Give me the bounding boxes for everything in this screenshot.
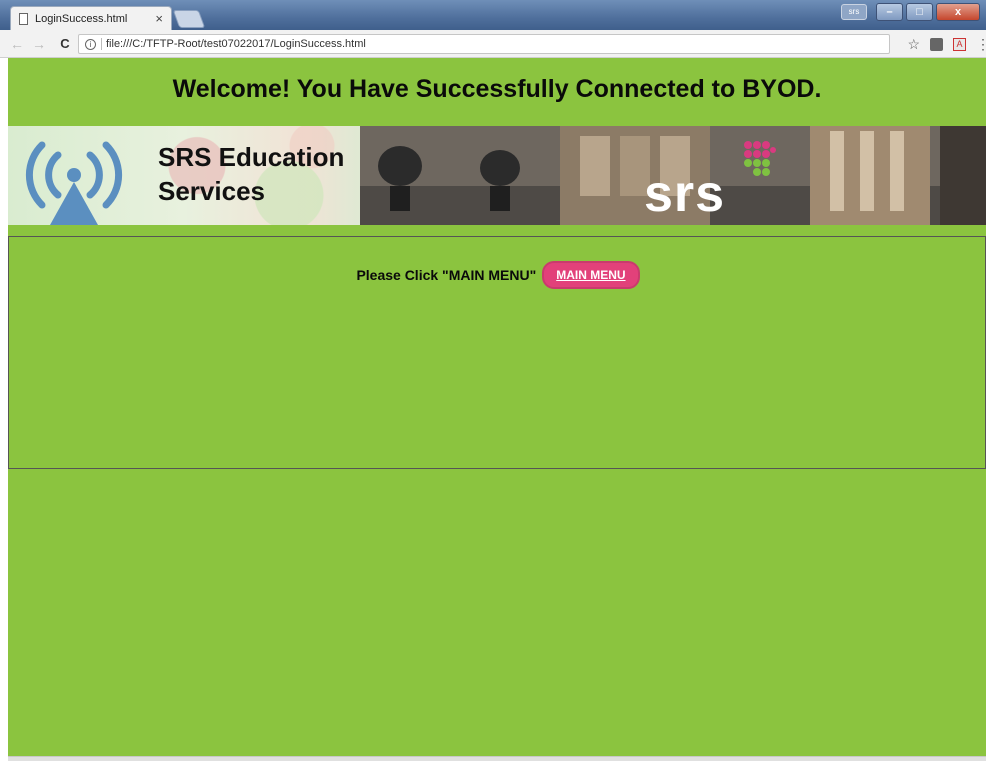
srs-logo-dots-icon <box>744 141 776 176</box>
back-icon[interactable]: ← <box>8 36 26 52</box>
content-panel: Please Click "MAIN MENU" MAIN MENU <box>8 236 986 469</box>
document-icon <box>19 12 28 25</box>
wifi-tower-icon <box>25 141 123 225</box>
forward-icon[interactable]: → <box>30 36 48 52</box>
window-controls: srs – □ x <box>841 3 980 21</box>
browser-tab[interactable]: LoginSuccess.html × <box>10 6 172 30</box>
maximize-button[interactable]: □ <box>906 3 933 21</box>
address-toolbar: ← → C i file:///C:/TFTP-Root/test0702201… <box>0 30 986 58</box>
pdf-extension-icon[interactable]: A <box>953 38 966 51</box>
browser-menu-icon[interactable]: ⋮ <box>976 36 986 53</box>
welcome-heading: Welcome! You Have Successfully Connected… <box>172 75 822 103</box>
tab-title: LoginSuccess.html <box>35 12 128 25</box>
minimize-button[interactable]: – <box>876 3 903 21</box>
title-bar: LoginSuccess.html × srs – □ x <box>0 0 986 30</box>
banner: SRS Education Services srs <box>8 126 986 225</box>
page-body: Welcome! You Have Successfully Connected… <box>8 58 986 756</box>
prompt-text: Please Click "MAIN MENU" <box>356 267 537 283</box>
prompt-row: Please Click "MAIN MENU" MAIN MENU <box>9 261 986 289</box>
bookmark-star-icon[interactable]: ☆ <box>907 36 920 53</box>
horizontal-scrollbar[interactable] <box>8 756 986 761</box>
address-bar[interactable]: i file:///C:/TFTP-Root/test07022017/Logi… <box>78 34 890 54</box>
brand-line-2: Services <box>158 176 265 206</box>
close-button[interactable]: x <box>936 3 980 21</box>
reload-icon[interactable]: C <box>56 36 74 51</box>
url-text[interactable]: file:///C:/TFTP-Root/test07022017/LoginS… <box>106 38 366 50</box>
srs-logo: srs <box>644 165 726 223</box>
new-tab-button[interactable] <box>172 10 206 28</box>
extension-icon[interactable] <box>930 38 943 51</box>
info-icon[interactable]: i <box>85 38 96 50</box>
toolbar-actions: ☆ A ⋮ <box>907 36 986 53</box>
brand-name: SRS Education Services <box>158 140 344 208</box>
user-badge[interactable]: srs <box>841 4 867 20</box>
tab-close-icon[interactable]: × <box>155 11 163 26</box>
main-menu-button[interactable]: MAIN MENU <box>542 261 640 289</box>
brand-line-1: SRS Education <box>158 142 345 172</box>
divider <box>101 38 102 50</box>
